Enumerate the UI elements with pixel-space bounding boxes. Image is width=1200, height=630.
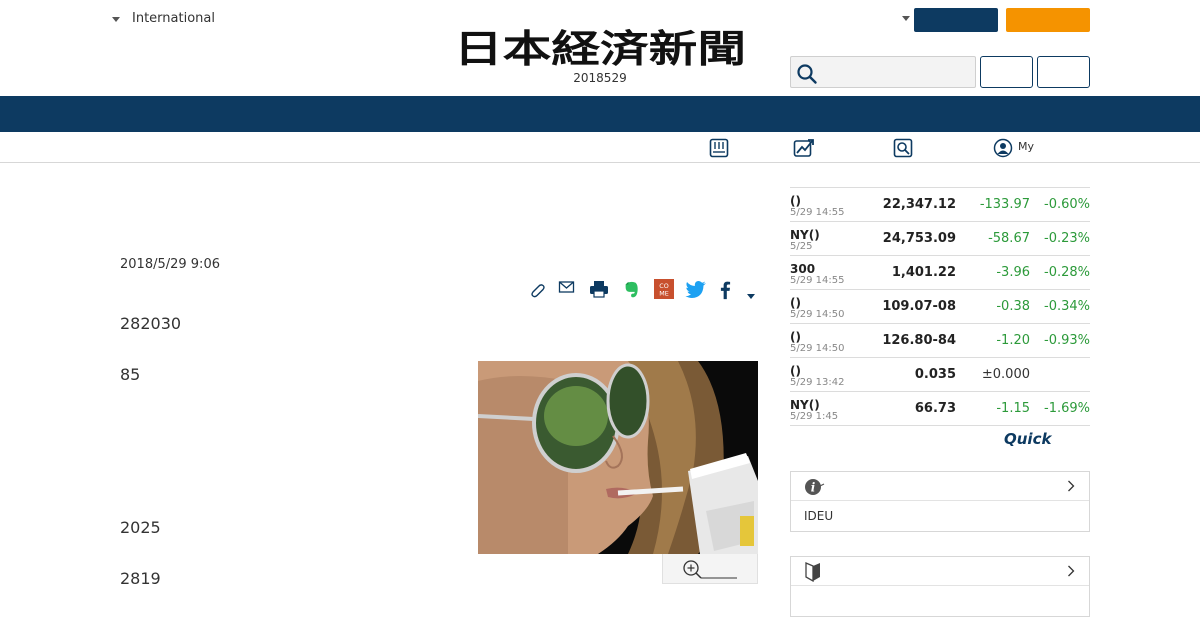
search-paper-icon[interactable] bbox=[893, 138, 913, 158]
market-row[interactable]: NY() 5/29 1:45 66.73 -1.15 -1.69% bbox=[790, 392, 1090, 426]
market-time: 5/29 14:55 bbox=[790, 275, 845, 286]
guide-box-body[interactable] bbox=[791, 586, 1089, 616]
share-more-caret-icon[interactable] bbox=[746, 287, 756, 307]
market-change: -0.38 bbox=[996, 299, 1030, 314]
svg-text:CO: CO bbox=[659, 283, 668, 290]
article-timestamp: 2018/5/29 9:06 bbox=[120, 257, 220, 272]
header-outline-button-1[interactable] bbox=[980, 56, 1033, 88]
quick-logo[interactable]: Quick bbox=[1004, 430, 1051, 448]
market-row[interactable]: NY() 5/25 24,753.09 -58.67 -0.23% bbox=[790, 222, 1090, 256]
article-photo[interactable] bbox=[478, 361, 758, 554]
clip-icon[interactable] bbox=[528, 280, 546, 300]
market-percent: -0.60% bbox=[1044, 197, 1090, 212]
come-icon[interactable]: CO ME bbox=[653, 279, 675, 299]
market-price: 24,753.09 bbox=[882, 231, 956, 246]
market-percent: -1.69% bbox=[1044, 401, 1090, 416]
chevron-right-icon bbox=[1068, 565, 1075, 577]
market-name: () bbox=[790, 194, 801, 208]
twitter-icon[interactable] bbox=[685, 280, 707, 300]
market-time: 5/29 14:50 bbox=[790, 309, 845, 320]
user-icon[interactable] bbox=[993, 138, 1013, 158]
market-row[interactable]: 300 5/29 14:55 1,401.22 -3.96 -0.28% bbox=[790, 256, 1090, 290]
facebook-icon[interactable] bbox=[718, 280, 732, 300]
caret-down-icon[interactable] bbox=[902, 16, 910, 21]
article-photo-illustration bbox=[478, 361, 758, 554]
market-name: 300 bbox=[790, 262, 816, 276]
search-input[interactable] bbox=[790, 56, 976, 88]
market-time: 5/29 13:42 bbox=[790, 377, 845, 388]
market-time: 5/25 bbox=[790, 241, 813, 252]
market-time: 5/29 14:50 bbox=[790, 343, 845, 354]
guide-box-header[interactable] bbox=[791, 557, 1089, 586]
main-navbar bbox=[0, 96, 1200, 132]
logo-text: 日本経済新聞 bbox=[454, 26, 746, 68]
info-box-header[interactable]: i bbox=[791, 472, 1089, 501]
market-name: () bbox=[790, 330, 801, 344]
info-icon: i bbox=[805, 479, 825, 495]
market-change: -133.97 bbox=[979, 197, 1030, 212]
info-box-text[interactable]: IDEU bbox=[804, 509, 833, 523]
beginner-mark-icon bbox=[805, 562, 820, 582]
market-percent: -0.34% bbox=[1044, 299, 1090, 314]
market-price: 126.80-84 bbox=[882, 333, 956, 348]
market-row[interactable]: () 5/29 14:50 126.80-84 -1.20 -0.93% bbox=[790, 324, 1090, 358]
subscribe-button[interactable] bbox=[1006, 8, 1090, 32]
photo-zoom-button[interactable] bbox=[662, 554, 758, 584]
chevron-right-icon bbox=[1068, 480, 1075, 492]
zoom-in-icon bbox=[683, 560, 737, 579]
header-date: 2018529 bbox=[573, 71, 627, 85]
edition-label: International bbox=[132, 11, 215, 26]
edition-selector[interactable]: International bbox=[112, 11, 215, 26]
market-change: -1.15 bbox=[996, 401, 1030, 416]
market-time: 5/29 14:55 bbox=[790, 207, 845, 218]
svg-text:ME: ME bbox=[659, 290, 669, 297]
market-name: NY() bbox=[790, 398, 820, 412]
article-paragraph: 2025 bbox=[120, 518, 161, 537]
market-change: -3.96 bbox=[996, 265, 1030, 280]
login-button[interactable] bbox=[914, 8, 998, 32]
market-row[interactable]: () 5/29 13:42 0.035 ±0.000 bbox=[790, 358, 1090, 392]
header-outline-button-2[interactable] bbox=[1037, 56, 1090, 88]
market-price: 0.035 bbox=[914, 367, 956, 382]
market-price: 22,347.12 bbox=[882, 197, 956, 212]
sub-navbar: My bbox=[0, 132, 1200, 163]
guide-box[interactable] bbox=[790, 556, 1090, 617]
caret-down-icon bbox=[112, 16, 120, 22]
market-percent: -0.28% bbox=[1044, 265, 1090, 280]
article-paragraph: 85 bbox=[120, 365, 141, 384]
my-nikkei-label[interactable]: My bbox=[1018, 140, 1034, 153]
market-change: -58.67 bbox=[988, 231, 1030, 246]
market-time: 5/29 1:45 bbox=[790, 411, 839, 422]
market-change: -1.20 bbox=[996, 333, 1030, 348]
market-percent: -0.23% bbox=[1044, 231, 1090, 246]
market-data-table: () 5/29 14:55 22,347.12 -133.97 -0.60% N… bbox=[790, 187, 1090, 426]
market-percent: -0.93% bbox=[1044, 333, 1090, 348]
article-paragraph: 2819 bbox=[120, 569, 161, 588]
article-paragraph: 282030 bbox=[120, 314, 182, 333]
svg-text:i: i bbox=[811, 481, 816, 495]
nikkei-logo[interactable]: 日本経済新聞 bbox=[452, 26, 748, 68]
market-name: () bbox=[790, 364, 801, 378]
market-price: 109.07-08 bbox=[882, 299, 956, 314]
market-price: 66.73 bbox=[914, 401, 956, 416]
market-row[interactable]: () 5/29 14:50 109.07-08 -0.38 -0.34% bbox=[790, 290, 1090, 324]
market-row[interactable]: () 5/29 14:55 22,347.12 -133.97 -0.60% bbox=[790, 188, 1090, 222]
mail-icon[interactable] bbox=[558, 280, 576, 300]
market-name: () bbox=[790, 296, 801, 310]
chart-icon[interactable] bbox=[793, 138, 815, 158]
print-icon[interactable] bbox=[589, 280, 609, 300]
market-change: ±0.000 bbox=[981, 367, 1030, 382]
search-icon[interactable] bbox=[796, 63, 818, 85]
market-price: 1,401.22 bbox=[891, 265, 956, 280]
newspaper-icon[interactable] bbox=[709, 138, 729, 158]
market-name: NY() bbox=[790, 228, 820, 242]
info-box[interactable]: i IDEU bbox=[790, 471, 1090, 532]
evernote-icon[interactable] bbox=[622, 280, 642, 300]
